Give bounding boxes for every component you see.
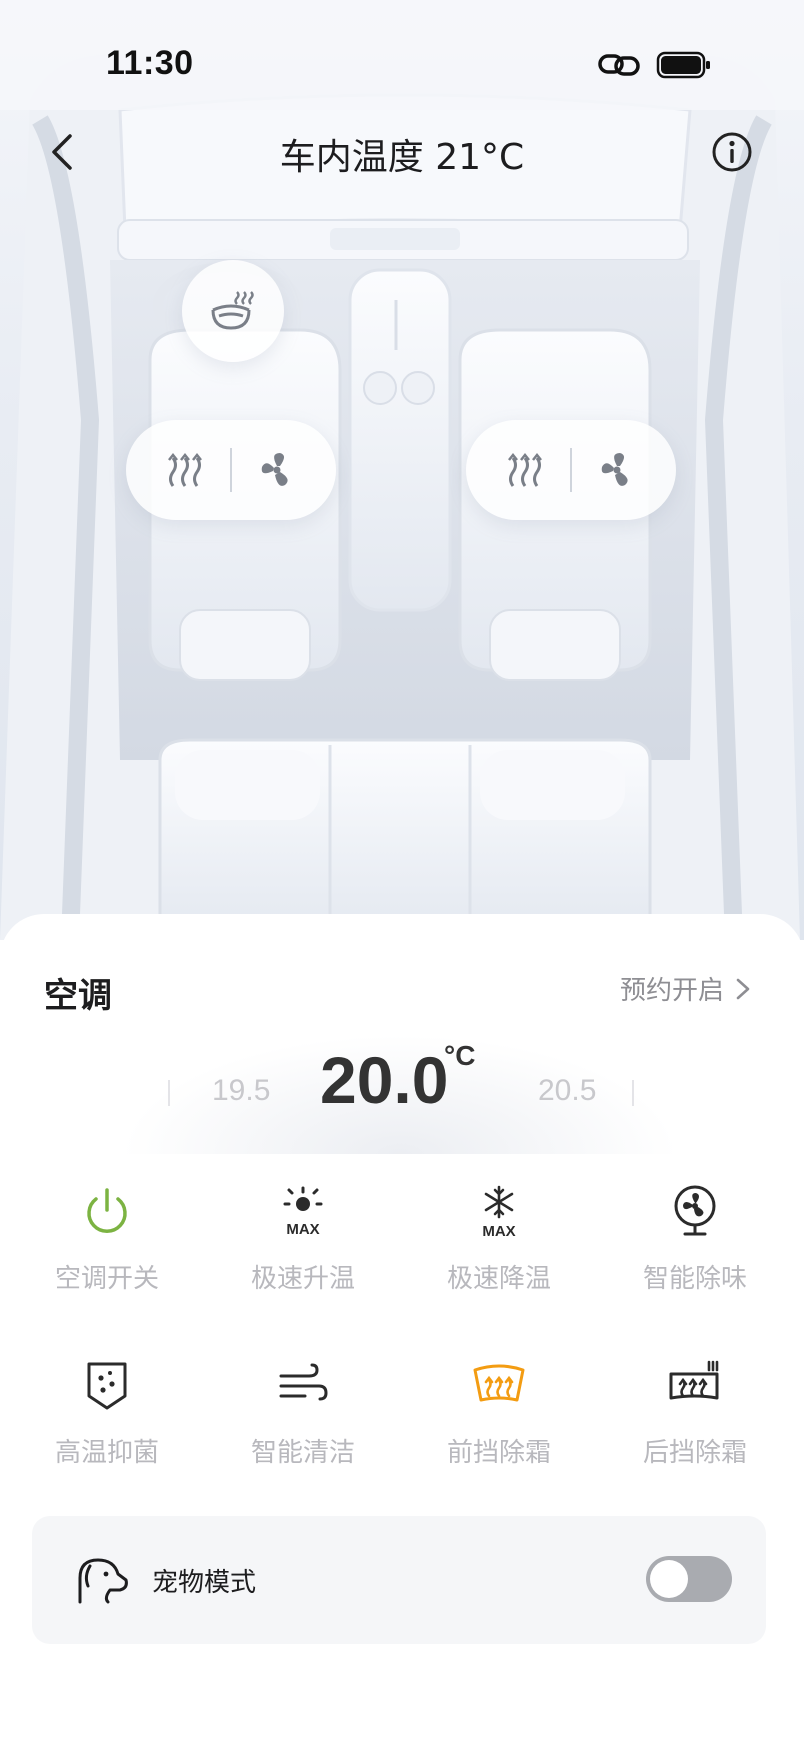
high-temp-sterilize-button[interactable]: 高温抑菌 (9, 1358, 205, 1508)
temperature-prev[interactable]: 19.5 (212, 1074, 270, 1108)
max-cool-button[interactable]: MAX 极速降温 (401, 1184, 597, 1334)
passenger-seat-heat-button[interactable] (480, 420, 570, 520)
status-bar: 11:30 (0, 0, 804, 120)
temperature-current: 20.0 (320, 1043, 449, 1117)
seat-heat-icon (508, 452, 542, 487)
fan-icon (261, 453, 288, 486)
driver-seat-controls (126, 420, 336, 520)
schedule-label: 预约开启 (619, 976, 724, 1006)
toggle-knob (650, 1560, 688, 1598)
temperature-picker[interactable]: 19.5 20.0 °C 20.5 (0, 1034, 804, 1154)
top-nav: 车内温度 21°C (0, 120, 804, 184)
car-interior-view: 11:30 车内温度 21°C (0, 0, 804, 940)
climate-panel: 空调 预约开启 19.5 20.0 °C 20.5 空调开关 MAX 极速升温 … (0, 914, 804, 1748)
info-button[interactable] (710, 130, 754, 174)
schedule-button[interactable]: 预约开启 (620, 970, 752, 1007)
driver-seat-vent-button[interactable] (232, 420, 322, 520)
temperature-unit: °C (444, 1040, 476, 1071)
svg-text:MAX: MAX (286, 1221, 319, 1238)
link-icon (598, 54, 640, 76)
temperature-next[interactable]: 20.5 (538, 1074, 596, 1108)
driver-seat-heat-button[interactable] (140, 420, 230, 520)
control-label: 后挡除霜 (642, 1438, 747, 1468)
smart-deodorize-button[interactable]: 智能除味 (597, 1184, 793, 1334)
rear-defrost-icon (669, 1360, 719, 1400)
control-label: 极速升温 (250, 1264, 355, 1294)
picker-tick (168, 1080, 170, 1106)
picker-tick (632, 1080, 634, 1106)
steering-wheel-heat-button[interactable] (182, 260, 284, 362)
pet-mode-toggle[interactable] (646, 1556, 732, 1602)
fan-icon (601, 453, 628, 486)
seat-heat-icon (168, 452, 202, 487)
front-defrost-icon (473, 1364, 525, 1402)
wind-clean-icon (279, 1363, 328, 1401)
control-label: 高温抑菌 (54, 1438, 159, 1468)
status-time: 11:30 (106, 44, 194, 82)
control-label: 空调开关 (54, 1264, 159, 1294)
control-label: 极速降温 (446, 1264, 551, 1294)
svg-text:MAX: MAX (482, 1223, 515, 1240)
passenger-seat-vent-button[interactable] (572, 420, 662, 520)
smart-clean-button[interactable]: 智能清洁 (205, 1358, 401, 1508)
fan-deodorize-icon (674, 1185, 716, 1236)
sterilize-icon (87, 1362, 127, 1410)
power-icon (87, 1188, 127, 1233)
steering-wheel-heat-icon (211, 291, 254, 330)
page-title: 车内温度 21°C (279, 137, 525, 178)
pet-mode-label: 宠物模式 (152, 1568, 257, 1598)
rear-defrost-button[interactable]: 后挡除霜 (597, 1358, 793, 1508)
climate-section-title: 空调 (44, 976, 112, 1016)
chevron-right-icon (736, 978, 750, 999)
ac-power-button[interactable]: 空调开关 (9, 1184, 205, 1334)
control-label: 智能清洁 (250, 1438, 355, 1468)
info-icon (712, 132, 752, 172)
pet-mode-card: 宠物模式 (32, 1516, 766, 1644)
front-defrost-button[interactable]: 前挡除霜 (401, 1358, 597, 1508)
max-cool-icon: MAX (482, 1185, 516, 1240)
passenger-seat-controls (466, 420, 676, 520)
dog-icon (78, 1558, 128, 1604)
control-label: 前挡除霜 (446, 1438, 551, 1468)
max-heat-button[interactable]: MAX 极速升温 (205, 1184, 401, 1334)
control-label: 智能除味 (642, 1264, 747, 1294)
battery-icon (656, 51, 710, 79)
max-heat-icon: MAX (283, 1186, 323, 1238)
